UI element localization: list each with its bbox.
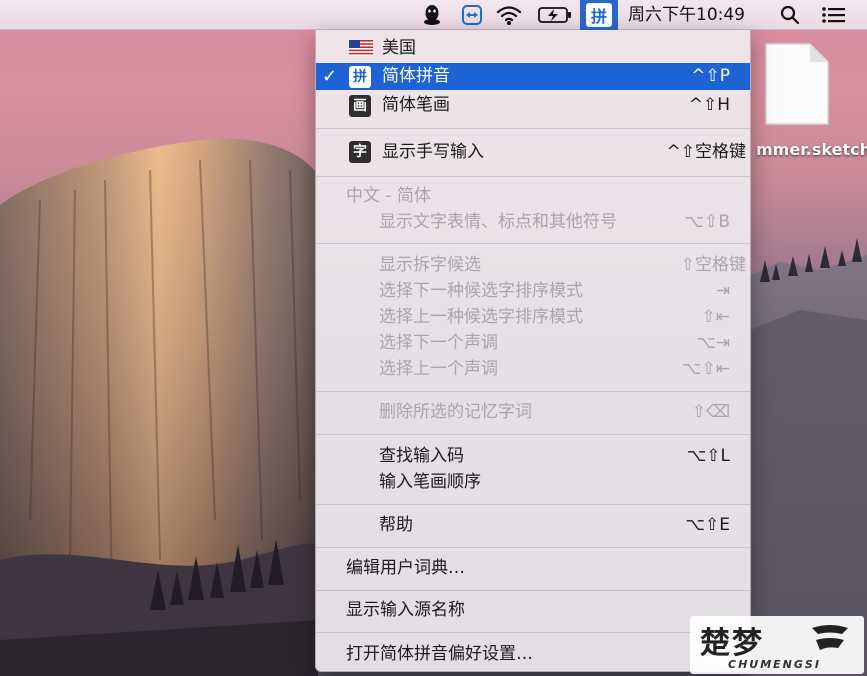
menu-item-emoji-symbols[interactable]: 显示文字表情、标点和其他符号 ⌥⇧B bbox=[316, 209, 750, 235]
menu-item-label: 美国 bbox=[382, 38, 416, 58]
menu-item-label: 显示文字表情、标点和其他符号 bbox=[379, 212, 617, 232]
menu-item-label: 打开简体拼音偏好设置… bbox=[346, 644, 533, 664]
menu-item-shortcut: ⌥⇥ bbox=[696, 333, 730, 353]
menu-item-shortcut: ^⇧空格键 bbox=[666, 142, 747, 162]
menu-item-label: 帮助 bbox=[379, 515, 413, 535]
watermark-logo-text: 楚梦 bbox=[700, 626, 764, 661]
menu-item-label: 显示输入源名称 bbox=[346, 600, 465, 620]
menu-separator bbox=[316, 547, 750, 548]
menu-item-shortcut: ⇥ bbox=[715, 281, 730, 301]
menubar-clock[interactable]: 周六下午10:49 bbox=[628, 0, 745, 30]
menu-item-help[interactable]: 帮助 ⌥⇧E bbox=[316, 512, 750, 538]
menu-item-shortcut: ⇧⌫ bbox=[691, 402, 730, 422]
menu-item-us[interactable]: 美国 bbox=[316, 35, 750, 61]
battery-charging-icon[interactable] bbox=[536, 0, 574, 30]
menu-item-next-tone[interactable]: 选择下一个声调 ⌥⇥ bbox=[316, 330, 750, 356]
menu-separator bbox=[316, 176, 750, 177]
menu-item-simplified-stroke[interactable]: 画 简体笔画 ^⇧H bbox=[316, 92, 750, 119]
menu-item-shortcut: ⇧⇤ bbox=[701, 307, 731, 327]
watermark-logo: 楚梦 CHUMENGSI bbox=[690, 616, 864, 674]
spotlight-search-icon[interactable] bbox=[776, 0, 804, 30]
stroke-icon: 画 bbox=[349, 95, 371, 117]
menu-item-label: 选择下一个声调 bbox=[379, 333, 498, 353]
menu-item-label: 删除所选的记忆字词 bbox=[379, 402, 532, 422]
pinyin-icon: 拼 bbox=[349, 66, 371, 88]
section-header-chinese-simplified: 中文 - 简体 bbox=[316, 183, 750, 209]
menu-item-shortcut: ^⇧P bbox=[691, 66, 730, 86]
menu-separator bbox=[316, 590, 750, 591]
menu-item-lookup-code[interactable]: 查找输入码 ⌥⇧L bbox=[316, 443, 750, 469]
menu-item-prev-tone[interactable]: 选择上一个声调 ⌥⇧⇤ bbox=[316, 356, 750, 382]
menu-item-label: 编辑用户词典… bbox=[346, 558, 465, 578]
handwriting-icon: 字 bbox=[349, 141, 371, 163]
wifi-icon[interactable] bbox=[494, 0, 524, 30]
menu-separator bbox=[316, 434, 750, 435]
checkmark-icon: ✓ bbox=[322, 66, 338, 87]
menu-item-simplified-pinyin[interactable]: ✓ 拼 简体拼音 ^⇧P bbox=[316, 63, 750, 90]
menu-item-label: 输入笔画顺序 bbox=[379, 472, 481, 492]
menu-item-label: 显示拆字候选 bbox=[379, 255, 481, 275]
menu-item-shortcut: ^⇧H bbox=[688, 95, 730, 115]
sketch-file-icon[interactable] bbox=[764, 42, 830, 126]
menu-separator bbox=[316, 504, 750, 505]
ime-badge: 拼 bbox=[586, 3, 612, 27]
sketch-file-label[interactable]: mmer.sketch bbox=[756, 140, 867, 159]
us-flag-icon bbox=[349, 40, 373, 56]
section-header-label: 中文 - 简体 bbox=[346, 186, 431, 206]
watermark-brush-icon bbox=[812, 625, 848, 650]
menu-bar: 拼 周六下午10:49 bbox=[0, 0, 867, 30]
menu-item-shortcut: ⌥⇧⇤ bbox=[681, 359, 730, 379]
teamviewer-icon[interactable] bbox=[458, 0, 486, 30]
menu-item-edit-user-dictionary[interactable]: 编辑用户词典… bbox=[316, 555, 750, 581]
menu-item-shortcut: ⌥⇧L bbox=[686, 446, 730, 466]
menu-item-open-preferences[interactable]: 打开简体拼音偏好设置… bbox=[316, 641, 750, 667]
menu-item-label: 选择下一种候选字排序模式 bbox=[379, 281, 583, 301]
menu-item-stroke-order[interactable]: 输入笔画顺序 bbox=[316, 469, 750, 495]
menu-item-label: 查找输入码 bbox=[379, 446, 464, 466]
menu-item-prev-sort-mode[interactable]: 选择上一种候选字排序模式 ⇧⇤ bbox=[316, 304, 750, 330]
menu-item-label: 显示手写输入 bbox=[382, 142, 484, 162]
menu-item-label: 简体笔画 bbox=[382, 95, 450, 115]
watermark-sub-text: CHUMENGSI bbox=[728, 658, 821, 671]
menu-item-show-input-source-name[interactable]: 显示输入源名称 bbox=[316, 597, 750, 623]
menu-item-label: 选择上一种候选字排序模式 bbox=[379, 307, 583, 327]
notification-center-icon[interactable] bbox=[818, 0, 850, 30]
menu-item-show-split-candidates[interactable]: 显示拆字候选 ⇧空格键 bbox=[316, 252, 750, 278]
menu-separator bbox=[316, 632, 750, 633]
menu-item-shortcut: ⇧空格键 bbox=[680, 255, 746, 275]
menu-separator bbox=[316, 391, 750, 392]
menu-item-label: 简体拼音 bbox=[382, 66, 450, 86]
menu-item-next-sort-mode[interactable]: 选择下一种候选字排序模式 ⇥ bbox=[316, 278, 750, 304]
menu-item-label: 选择上一个声调 bbox=[379, 359, 498, 379]
menu-separator bbox=[316, 243, 750, 244]
menu-item-shortcut: ⌥⇧B bbox=[684, 212, 731, 232]
menu-item-shortcut: ⌥⇧E bbox=[685, 515, 730, 535]
qq-icon[interactable] bbox=[418, 0, 446, 30]
input-source-menu: 美国 ✓ 拼 简体拼音 ^⇧P 画 简体笔画 ^⇧H 字 显示手写输入 ^⇧空格… bbox=[315, 30, 751, 672]
input-method-icon[interactable]: 拼 bbox=[586, 0, 612, 30]
menu-separator bbox=[316, 128, 750, 129]
menu-item-delete-memory[interactable]: 删除所选的记忆字词 ⇧⌫ bbox=[316, 399, 750, 425]
menu-item-handwriting[interactable]: 字 显示手写输入 ^⇧空格键 bbox=[316, 138, 750, 166]
